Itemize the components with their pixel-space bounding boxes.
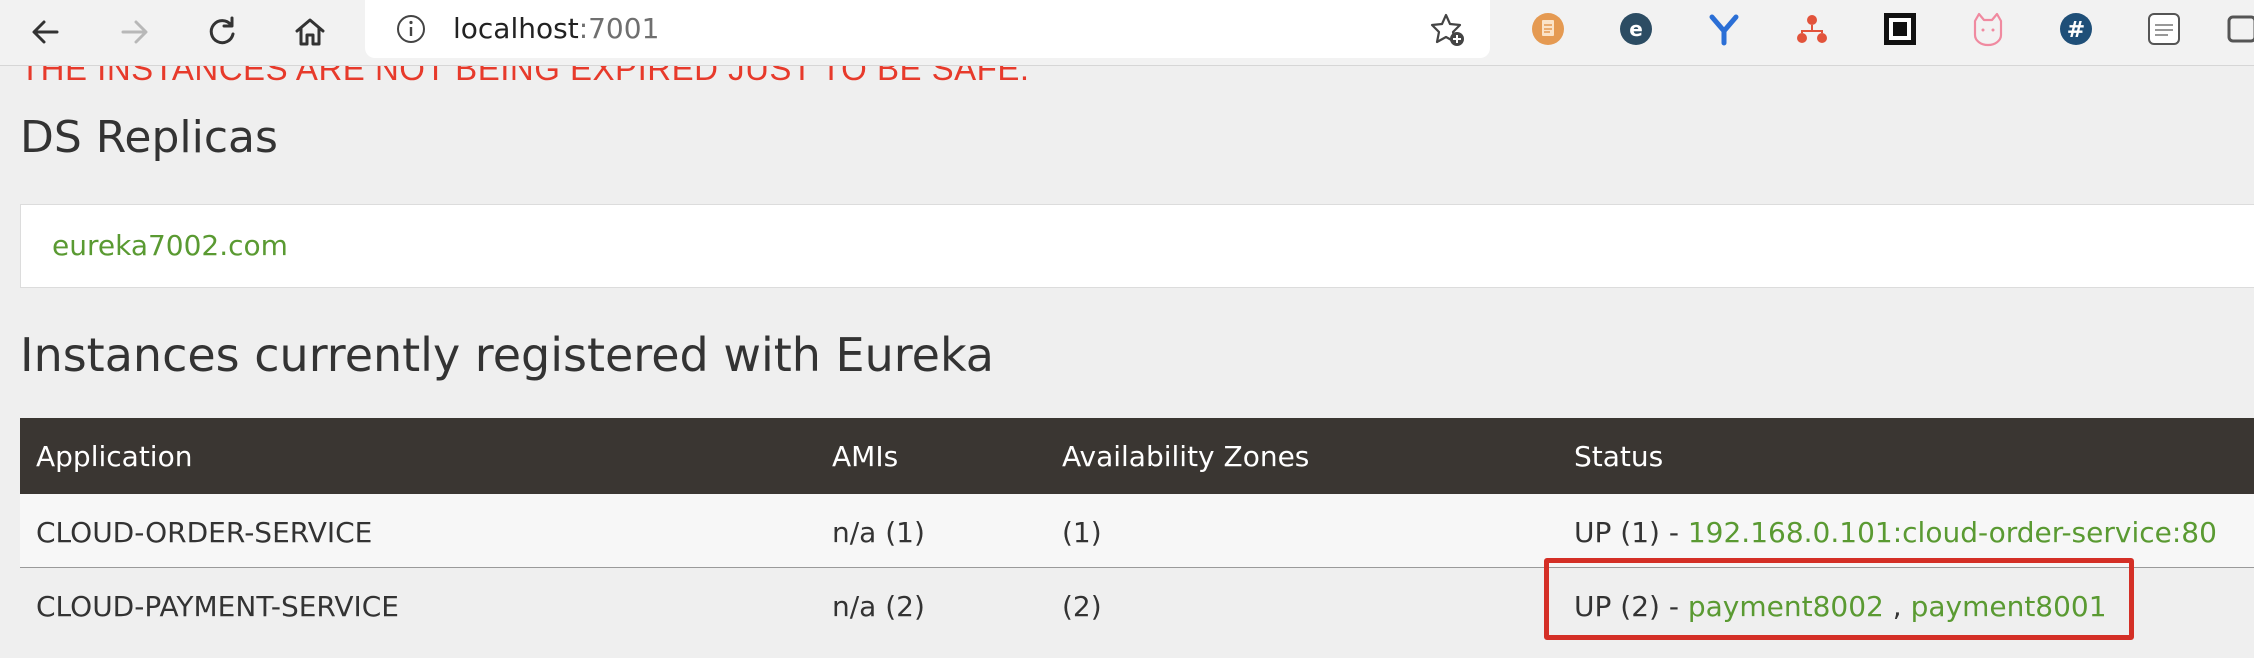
table-header: Application AMIs Availability Zones Stat… bbox=[20, 418, 2254, 494]
info-icon[interactable] bbox=[395, 13, 427, 45]
back-arrow-icon bbox=[32, 20, 59, 44]
zones-value: (2) bbox=[1062, 590, 1102, 623]
sitemap-extension-icon[interactable] bbox=[1794, 11, 1830, 47]
table-row: CLOUD-ORDER-SERVICE n/a (1) (1) UP (1) -… bbox=[20, 494, 2254, 568]
forward-button[interactable] bbox=[108, 6, 160, 58]
zones-value: (1) bbox=[1062, 516, 1102, 549]
instance-link[interactable]: 192.168.0.101:cloud-order-service:80 bbox=[1688, 516, 2217, 549]
header-amis: AMIs bbox=[832, 440, 899, 473]
reload-button[interactable] bbox=[196, 6, 248, 58]
instance-link[interactable]: payment8002 bbox=[1688, 590, 1884, 623]
svg-text:e: e bbox=[1629, 17, 1643, 41]
cat-extension-icon[interactable] bbox=[1970, 11, 2006, 47]
qr-extension-icon[interactable] bbox=[1882, 11, 1918, 47]
favorite-add-icon[interactable] bbox=[1428, 10, 1468, 50]
header-status: Status bbox=[1574, 440, 1664, 473]
hash-extension-icon[interactable]: # bbox=[2058, 11, 2094, 47]
eureka-page: THE INSTANCES ARE NOT BEING EXPIRED JUST… bbox=[0, 0, 2254, 658]
amis-value: n/a (2) bbox=[832, 590, 925, 623]
more-extension-icon[interactable] bbox=[2226, 11, 2254, 47]
url-host: localhost bbox=[453, 12, 579, 45]
url-text[interactable]: localhost:7001 bbox=[453, 12, 659, 45]
browser-toolbar: localhost:7001 e # bbox=[0, 0, 2254, 66]
link-separator: , bbox=[1883, 590, 1911, 623]
application-name: CLOUD-PAYMENT-SERVICE bbox=[36, 590, 400, 623]
header-availability-zones: Availability Zones bbox=[1062, 440, 1310, 473]
amis-value: n/a (1) bbox=[832, 516, 925, 549]
back-button[interactable] bbox=[20, 6, 72, 58]
home-icon bbox=[295, 18, 325, 46]
svg-text:#: # bbox=[2067, 18, 2085, 43]
notes-extension-icon[interactable] bbox=[1530, 11, 1566, 47]
status-cell: UP (2) - payment8002 , payment8001 bbox=[1574, 590, 2107, 623]
status-prefix: UP (2) - bbox=[1574, 590, 1688, 623]
status-cell: UP (1) - 192.168.0.101:cloud-order-servi… bbox=[1574, 516, 2217, 549]
forward-arrow-icon bbox=[121, 20, 148, 44]
url-port: :7001 bbox=[578, 12, 660, 45]
ds-replicas-heading: DS Replicas bbox=[20, 112, 278, 163]
instance-link[interactable]: payment8001 bbox=[1911, 590, 2107, 623]
instances-table: Application AMIs Availability Zones Stat… bbox=[20, 418, 2254, 642]
instances-heading: Instances currently registered with Eure… bbox=[20, 328, 994, 382]
status-prefix: UP (1) - bbox=[1574, 516, 1688, 549]
table-row: CLOUD-PAYMENT-SERVICE n/a (2) (2) UP (2)… bbox=[20, 568, 2254, 642]
reload-icon bbox=[209, 16, 235, 45]
y-extension-icon[interactable] bbox=[1706, 11, 1742, 47]
e-extension-icon[interactable]: e bbox=[1618, 11, 1654, 47]
replica-link[interactable]: eureka7002.com bbox=[52, 229, 288, 262]
replicas-list: eureka7002.com bbox=[20, 204, 2254, 288]
application-name: CLOUD-ORDER-SERVICE bbox=[36, 516, 373, 549]
header-application: Application bbox=[36, 440, 193, 473]
address-bar[interactable]: localhost:7001 bbox=[365, 0, 1490, 58]
json-extension-icon[interactable] bbox=[2146, 11, 2182, 47]
home-button[interactable] bbox=[284, 6, 336, 58]
